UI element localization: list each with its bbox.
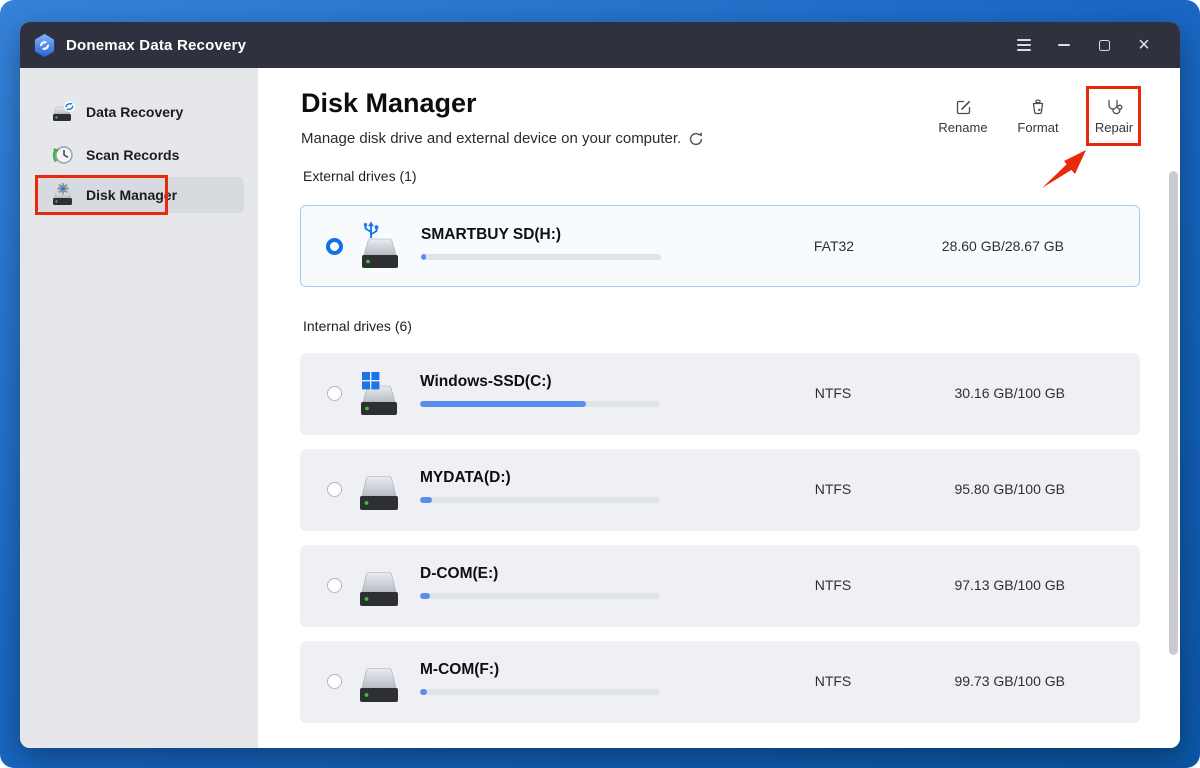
capacity-label: 28.60 GB/28.67 GB bbox=[941, 238, 1064, 254]
sidebar-item-data-recovery[interactable]: Data Recovery bbox=[38, 94, 244, 130]
filesystem-label: NTFS bbox=[814, 481, 852, 497]
drive-name: MYDATA(D:) bbox=[420, 469, 511, 486]
drive-row-mydata[interactable]: MYDATA(D:) NTFS 95.80 GB/100 GB bbox=[300, 449, 1140, 531]
filesystem-label: NTFS bbox=[814, 673, 852, 689]
usage-bar bbox=[420, 593, 660, 599]
windows-drive-icon bbox=[361, 372, 397, 415]
format-label: Format bbox=[1017, 120, 1059, 135]
usage-bar bbox=[420, 497, 660, 503]
scan-records-icon bbox=[52, 146, 73, 164]
filesystem-label: NTFS bbox=[814, 577, 852, 593]
disk-manager-icon bbox=[53, 183, 72, 205]
sidebar: Data Recovery Scan Records Disk Manager bbox=[20, 68, 258, 748]
close-icon[interactable]: × bbox=[1124, 22, 1164, 68]
external-drives-label: External drives (1) bbox=[303, 168, 417, 184]
sidebar-item-label: Data Recovery bbox=[86, 104, 184, 120]
maximize-icon[interactable] bbox=[1084, 22, 1124, 68]
hard-drive-icon bbox=[360, 572, 398, 606]
capacity-label: 30.16 GB/100 GB bbox=[954, 385, 1065, 401]
refresh-icon[interactable] bbox=[688, 131, 704, 147]
app-title: Donemax Data Recovery bbox=[66, 36, 247, 54]
titlebar[interactable]: Donemax Data Recovery × bbox=[20, 22, 1180, 68]
rename-label: Rename bbox=[938, 120, 988, 135]
radio-unselected[interactable] bbox=[327, 482, 342, 497]
window-controls: × bbox=[1004, 22, 1164, 68]
radio-unselected[interactable] bbox=[327, 674, 342, 689]
usage-fill bbox=[420, 593, 430, 599]
usage-fill bbox=[420, 497, 432, 503]
radio-unselected[interactable] bbox=[327, 386, 342, 401]
main-panel: Disk Manager Manage disk drive and exter… bbox=[258, 68, 1180, 748]
drive-name: M-COM(F:) bbox=[420, 661, 500, 678]
usage-bar bbox=[421, 254, 661, 260]
usage-bar bbox=[420, 401, 660, 407]
format-button[interactable]: Format bbox=[1009, 98, 1067, 135]
usb-drive-icon bbox=[362, 221, 398, 268]
drive-name: SMARTBUY SD(H:) bbox=[421, 226, 562, 243]
hard-drive-icon bbox=[360, 668, 398, 702]
sidebar-item-disk-manager[interactable]: Disk Manager bbox=[38, 177, 244, 213]
app-window: Donemax Data Recovery × Data Recovery Sc… bbox=[20, 22, 1180, 748]
repair-button[interactable]: Repair bbox=[1085, 98, 1143, 135]
sidebar-item-label: Disk Manager bbox=[86, 187, 178, 203]
repair-label: Repair bbox=[1094, 120, 1134, 135]
rename-icon bbox=[956, 100, 971, 115]
minimize-icon[interactable] bbox=[1044, 22, 1084, 68]
page-subtitle: Manage disk drive and external device on… bbox=[301, 130, 704, 147]
hard-drive-icon bbox=[360, 476, 398, 510]
drive-name: Windows-SSD(C:) bbox=[420, 373, 552, 390]
page-subtitle-text: Manage disk drive and external device on… bbox=[301, 130, 682, 147]
capacity-label: 95.80 GB/100 GB bbox=[954, 481, 1065, 497]
usage-fill bbox=[420, 401, 586, 407]
rename-button[interactable]: Rename bbox=[934, 98, 992, 135]
capacity-label: 99.73 GB/100 GB bbox=[954, 673, 1065, 689]
menu-icon[interactable] bbox=[1004, 22, 1044, 68]
annotation-arrow bbox=[1042, 150, 1086, 188]
desktop-background: Donemax Data Recovery × Data Recovery Sc… bbox=[0, 0, 1200, 768]
drive-row-windows-ssd[interactable]: Windows-SSD(C:) NTFS 30.16 GB/100 GB bbox=[300, 353, 1140, 435]
usage-fill bbox=[420, 689, 428, 695]
filesystem-label: NTFS bbox=[814, 385, 852, 401]
sidebar-item-label: Scan Records bbox=[86, 147, 180, 163]
drive-row-d-com[interactable]: D-COM(E:) NTFS 97.13 GB/100 GB bbox=[300, 545, 1140, 627]
radio-unselected[interactable] bbox=[327, 578, 342, 593]
capacity-label: 97.13 GB/100 GB bbox=[954, 577, 1065, 593]
page-title: Disk Manager bbox=[301, 88, 477, 118]
drive-name: D-COM(E:) bbox=[420, 565, 499, 582]
repair-icon bbox=[1107, 99, 1122, 115]
drive-row-smartbuy-sd[interactable]: SMARTBUY SD(H:) FAT32 28.60 GB/28.67 GB bbox=[300, 205, 1140, 287]
drive-row-m-com[interactable]: M-COM(F:) NTFS 99.73 GB/100 GB bbox=[300, 641, 1140, 723]
filesystem-label: FAT32 bbox=[813, 238, 855, 254]
radio-selected[interactable] bbox=[326, 238, 343, 255]
app-logo-icon bbox=[34, 33, 55, 57]
sidebar-item-scan-records[interactable]: Scan Records bbox=[38, 137, 244, 173]
vertical-scrollbar[interactable] bbox=[1169, 171, 1178, 655]
usage-fill bbox=[421, 254, 426, 260]
window-body: Data Recovery Scan Records Disk Manager … bbox=[20, 68, 1180, 748]
drive-recovery-icon bbox=[53, 101, 75, 121]
internal-drives-label: Internal drives (6) bbox=[303, 318, 412, 334]
format-icon bbox=[1032, 99, 1044, 115]
usage-bar bbox=[420, 689, 660, 695]
